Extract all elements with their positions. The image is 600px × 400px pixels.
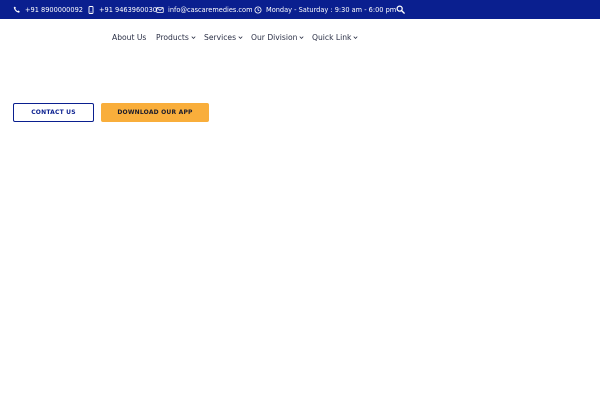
nav-item-services[interactable]: Services	[204, 28, 243, 46]
hours-text: Monday - Saturday : 9:30 am - 6:00 pm	[266, 5, 397, 14]
email-contact[interactable]: info@cascaremedies.com	[156, 0, 253, 19]
nav-item-products[interactable]: Products	[156, 28, 196, 46]
search-icon[interactable]	[396, 5, 405, 14]
working-hours: Monday - Saturday : 9:30 am - 6:00 pm	[254, 0, 396, 19]
chevron-down-icon	[238, 36, 243, 39]
phone-contact[interactable]: +91 8900000092	[13, 0, 83, 19]
main-nav: About Us Products Services Our Division …	[0, 28, 600, 46]
nav-item-label: About Us	[112, 32, 147, 42]
chevron-down-icon	[299, 36, 304, 39]
download-app-button[interactable]: DOWNLOAD OUR APP	[101, 103, 209, 122]
phone-number-2: +91 9463960030	[99, 5, 157, 14]
nav-item-label: Products	[156, 32, 189, 42]
nav-item-label: Quick Link	[312, 32, 352, 42]
nav-item-quick-link[interactable]: Quick Link	[312, 28, 358, 46]
top-bar: +91 8900000092 +91 9463960030 info@casca…	[0, 0, 600, 19]
chevron-down-icon	[353, 36, 358, 39]
contact-us-button[interactable]: CONTACT US	[13, 103, 94, 122]
phone-icon	[13, 6, 20, 13]
phone-number-1: +91 8900000092	[25, 5, 83, 14]
chevron-down-icon	[191, 36, 196, 39]
mobile-contact[interactable]: +91 9463960030	[87, 0, 157, 19]
nav-item-label: Our Division	[251, 32, 298, 42]
nav-item-about-us[interactable]: About Us	[112, 28, 146, 46]
clock-icon	[254, 6, 262, 13]
envelope-icon	[156, 6, 164, 13]
nav-item-our-division[interactable]: Our Division	[251, 28, 304, 46]
email-address: info@cascaremedies.com	[168, 5, 253, 14]
nav-item-label: Services	[204, 32, 237, 42]
mobile-icon	[88, 5, 94, 14]
